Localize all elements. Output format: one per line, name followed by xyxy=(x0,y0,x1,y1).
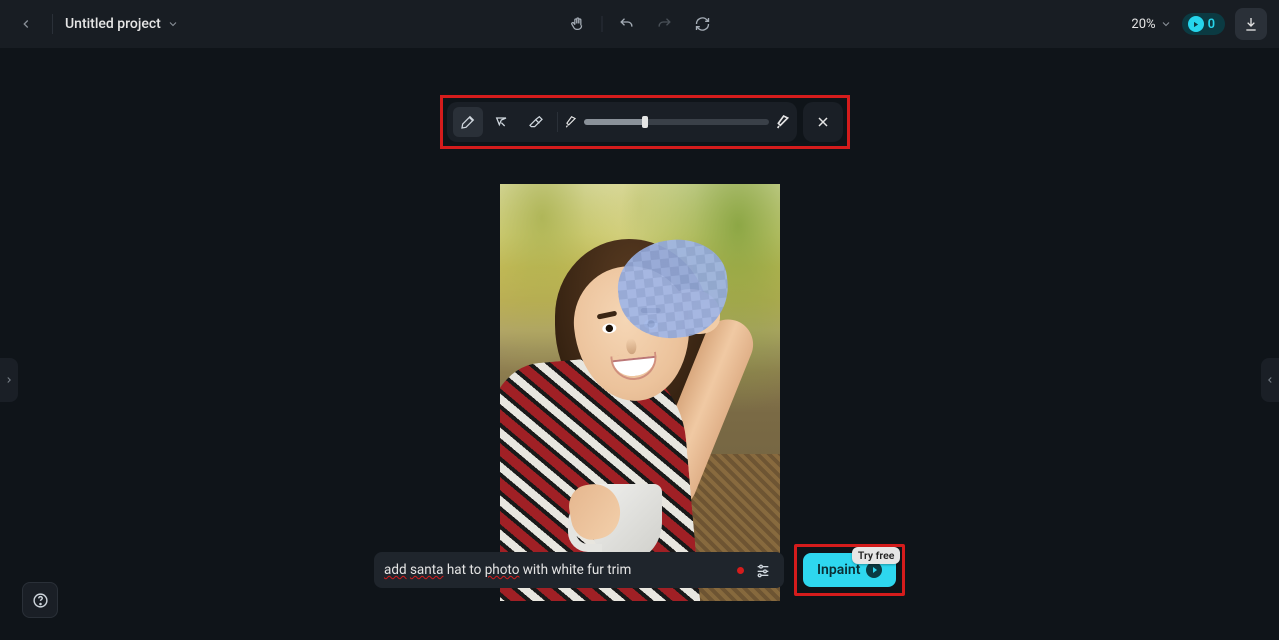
lasso-icon xyxy=(494,114,510,130)
try-free-badge: Try free xyxy=(852,547,901,564)
project-title-text: Untitled project xyxy=(65,16,161,32)
prompt-text: add santa hat to photo with white fur tr… xyxy=(384,562,729,578)
canvas-image[interactable] xyxy=(500,184,780,601)
redo-icon xyxy=(656,16,672,32)
refresh-icon xyxy=(694,16,710,32)
download-button[interactable] xyxy=(1235,8,1267,40)
prompt-word: with white fur trim xyxy=(519,562,631,578)
slider-fill xyxy=(584,119,645,125)
inpaint-label: Inpaint xyxy=(817,562,860,578)
brush-size-small-icon xyxy=(564,115,578,129)
help-button[interactable] xyxy=(22,582,58,618)
right-panel-toggle[interactable] xyxy=(1261,358,1279,402)
zoom-value: 20% xyxy=(1131,17,1155,32)
close-icon xyxy=(815,114,831,130)
prompt-settings-button[interactable] xyxy=(752,559,774,581)
chevron-left-icon xyxy=(19,17,33,31)
prompt-word: photo xyxy=(485,562,520,578)
prompt-input[interactable]: add santa hat to photo with white fur tr… xyxy=(374,552,784,588)
slider-thumb[interactable] xyxy=(642,116,648,128)
divider xyxy=(52,14,53,34)
inpaint-button-highlight: Inpaint Try free xyxy=(794,544,905,596)
eyebrow xyxy=(597,311,618,320)
brush-icon xyxy=(460,114,476,130)
prompt-word: santa xyxy=(410,562,444,578)
hand-icon xyxy=(569,16,585,32)
mouth xyxy=(613,356,657,378)
left-panel-toggle[interactable] xyxy=(0,358,18,402)
pan-hand-button[interactable] xyxy=(563,10,591,38)
brush-size-slider[interactable] xyxy=(584,119,769,125)
download-icon xyxy=(1243,16,1259,32)
chevron-down-icon xyxy=(167,18,179,30)
divider xyxy=(601,16,602,32)
recording-indicator-icon xyxy=(737,567,744,574)
back-button[interactable] xyxy=(12,10,40,38)
divider xyxy=(557,112,558,132)
nose xyxy=(626,338,638,355)
credits-value: 0 xyxy=(1208,17,1215,32)
eye xyxy=(602,323,617,334)
refresh-button[interactable] xyxy=(688,10,716,38)
credit-icon xyxy=(1188,16,1204,32)
canvas-area[interactable]: add santa hat to photo with white fur tr… xyxy=(0,48,1279,640)
brush-tool-button[interactable] xyxy=(453,107,483,137)
zoom-dropdown[interactable]: 20% xyxy=(1131,17,1171,32)
app-header: Untitled project 20% 0 xyxy=(0,0,1279,48)
project-title-dropdown[interactable]: Untitled project xyxy=(65,16,179,32)
help-icon xyxy=(32,592,49,609)
inpaint-button[interactable]: Inpaint Try free xyxy=(803,553,896,587)
undo-icon xyxy=(618,16,634,32)
chevron-right-icon xyxy=(4,373,14,387)
sliders-icon xyxy=(755,562,771,578)
brush-toolbar-highlight xyxy=(440,95,850,149)
brush-size-slider-group xyxy=(564,114,791,130)
chevron-left-icon xyxy=(1265,373,1275,387)
redo-button[interactable] xyxy=(650,10,678,38)
eraser-tool-button[interactable] xyxy=(521,107,551,137)
credits-button[interactable]: 0 xyxy=(1182,13,1225,35)
brush-toolbar xyxy=(447,102,797,142)
brush-size-large-icon xyxy=(775,114,791,130)
prompt-word: hat to xyxy=(443,562,484,578)
close-toolbar-button[interactable] xyxy=(803,102,843,142)
prompt-bar-group: add santa hat to photo with white fur tr… xyxy=(374,544,905,596)
header-center-tools xyxy=(563,0,716,48)
eraser-icon xyxy=(528,114,544,130)
credit-cost-icon xyxy=(866,562,882,578)
undo-button[interactable] xyxy=(612,10,640,38)
chevron-down-icon xyxy=(1160,18,1172,30)
lasso-tool-button[interactable] xyxy=(487,107,517,137)
prompt-word: add xyxy=(384,562,407,578)
